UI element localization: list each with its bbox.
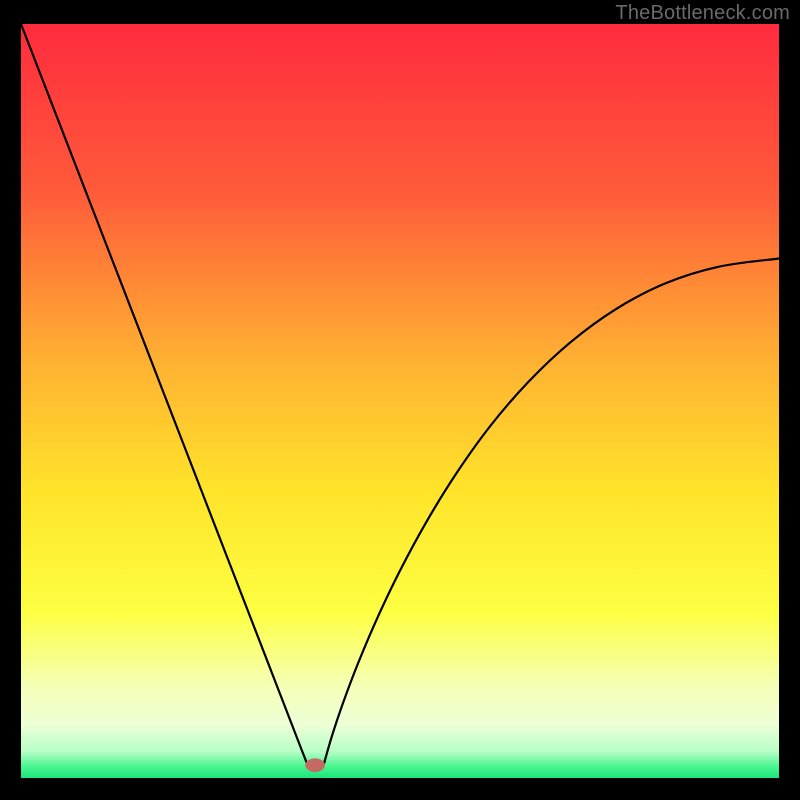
- bottleneck-marker: [305, 758, 325, 772]
- gradient-background: [21, 24, 779, 778]
- watermark-text: TheBottleneck.com: [615, 2, 790, 25]
- chart-svg: [21, 24, 779, 778]
- plot-area: [21, 24, 779, 778]
- chart-stage: TheBottleneck.com: [0, 0, 800, 800]
